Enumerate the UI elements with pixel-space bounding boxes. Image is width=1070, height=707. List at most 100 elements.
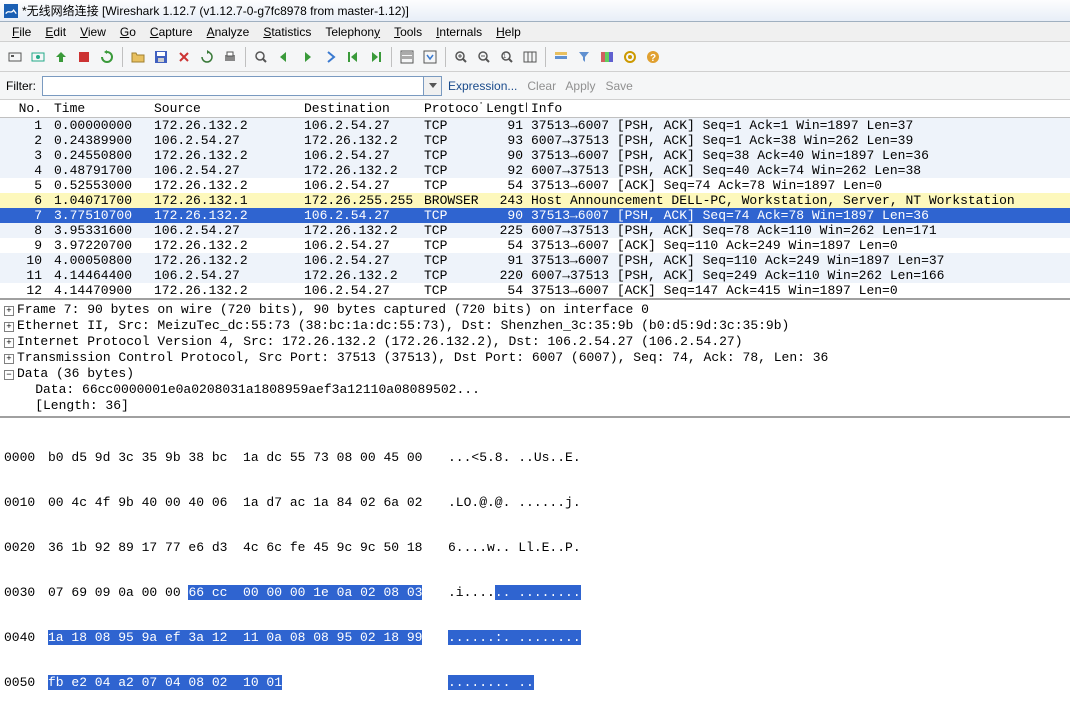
filter-input[interactable]: [42, 76, 424, 96]
capture-filters-icon[interactable]: [550, 46, 572, 68]
packet-list-pane: No. Time Source Destination Protocol Len…: [0, 100, 1070, 300]
col-destination[interactable]: Destination: [300, 101, 420, 116]
toolbar-separator: [445, 47, 446, 67]
start-capture-icon[interactable]: [50, 46, 72, 68]
collapse-icon[interactable]: −: [4, 370, 14, 380]
menu-help[interactable]: Help: [490, 23, 527, 41]
expression-button[interactable]: Expression...: [448, 79, 517, 93]
tree-ip[interactable]: +Internet Protocol Version 4, Src: 172.2…: [4, 334, 1066, 350]
packet-list-header[interactable]: No. Time Source Destination Protocol Len…: [0, 100, 1070, 118]
packet-list-body[interactable]: 10.00000000172.26.132.2106.2.54.27TCP913…: [0, 118, 1070, 298]
menu-go[interactable]: Go: [114, 23, 142, 41]
packet-row[interactable]: 93.97220700172.26.132.2106.2.54.27TCP543…: [0, 238, 1070, 253]
svg-text:?: ?: [650, 53, 656, 64]
go-last-icon[interactable]: [365, 46, 387, 68]
hex-row[interactable]: 00401a 18 08 95 9a ef 3a 12 11 0a 08 08 …: [4, 630, 1066, 645]
save-button[interactable]: Save: [605, 79, 632, 93]
hex-dump-pane[interactable]: 0000b0 d5 9d 3c 35 9b 38 bc 1a dc 55 73 …: [0, 418, 1070, 707]
menu-statistics[interactable]: Statistics: [257, 23, 317, 41]
menu-view[interactable]: View: [74, 23, 112, 41]
zoom-out-icon[interactable]: [473, 46, 495, 68]
tree-eth[interactable]: +Ethernet II, Src: MeizuTec_dc:55:73 (38…: [4, 318, 1066, 334]
packet-row[interactable]: 10.00000000172.26.132.2106.2.54.27TCP913…: [0, 118, 1070, 133]
window-title: *无线网络连接 [Wireshark 1.12.7 (v1.12.7-0-g7f…: [22, 2, 409, 19]
reload-icon[interactable]: [196, 46, 218, 68]
packet-row[interactable]: 50.52553000172.26.132.2106.2.54.27TCP543…: [0, 178, 1070, 193]
hex-row[interactable]: 002036 1b 92 89 17 77 e6 d3 4c 6c fe 45 …: [4, 540, 1066, 555]
packet-row[interactable]: 114.14464400106.2.54.27172.26.132.2TCP22…: [0, 268, 1070, 283]
expand-icon[interactable]: +: [4, 338, 14, 348]
menu-capture[interactable]: Capture: [144, 23, 199, 41]
packet-row[interactable]: 30.24550800172.26.132.2106.2.54.27TCP903…: [0, 148, 1070, 163]
col-info[interactable]: Info: [527, 101, 1070, 116]
go-to-packet-icon[interactable]: [319, 46, 341, 68]
menu-tools[interactable]: Tools: [388, 23, 428, 41]
toolbar-separator: [245, 47, 246, 67]
packet-row[interactable]: 124.14470900172.26.132.2106.2.54.27TCP54…: [0, 283, 1070, 298]
clear-button[interactable]: Clear: [527, 79, 556, 93]
tree-data-len[interactable]: [Length: 36]: [4, 398, 1066, 414]
filter-dropdown-icon[interactable]: [424, 76, 442, 96]
tree-data-hex[interactable]: Data: 66cc0000001e0a0208031a1808959aef3a…: [4, 382, 1066, 398]
resize-columns-icon[interactable]: [519, 46, 541, 68]
svg-text:1: 1: [503, 54, 507, 60]
expand-icon[interactable]: +: [4, 322, 14, 332]
preferences-icon[interactable]: [619, 46, 641, 68]
packet-details-pane[interactable]: +Frame 7: 90 bytes on wire (720 bits), 9…: [0, 300, 1070, 418]
restart-capture-icon[interactable]: [96, 46, 118, 68]
save-file-icon[interactable]: [150, 46, 172, 68]
autoscroll-icon[interactable]: [419, 46, 441, 68]
wireshark-logo-icon: [4, 4, 18, 18]
apply-button[interactable]: Apply: [565, 79, 595, 93]
help-icon[interactable]: ?: [642, 46, 664, 68]
hex-row[interactable]: 003007 69 09 0a 00 00 66 cc 00 00 00 1e …: [4, 585, 1066, 600]
zoom-in-icon[interactable]: [450, 46, 472, 68]
packet-row[interactable]: 104.00050800172.26.132.2106.2.54.27TCP91…: [0, 253, 1070, 268]
stop-capture-icon[interactable]: [73, 46, 95, 68]
col-time[interactable]: Time: [50, 101, 150, 116]
print-icon[interactable]: [219, 46, 241, 68]
filter-bar: Filter: Expression... Clear Apply Save: [0, 72, 1070, 100]
coloring-rules-icon[interactable]: [596, 46, 618, 68]
hex-row[interactable]: 0050fb e2 04 a2 07 04 08 02 10 01.......…: [4, 675, 1066, 690]
packet-row[interactable]: 73.77510700172.26.132.2106.2.54.27TCP903…: [0, 208, 1070, 223]
menu-edit[interactable]: Edit: [39, 23, 72, 41]
toolbar-separator: [122, 47, 123, 67]
open-file-icon[interactable]: [127, 46, 149, 68]
menu-file[interactable]: File: [6, 23, 37, 41]
packet-row[interactable]: 61.04071700172.26.132.1172.26.255.255BRO…: [0, 193, 1070, 208]
col-source[interactable]: Source: [150, 101, 300, 116]
expand-icon[interactable]: +: [4, 354, 14, 364]
packet-row[interactable]: 20.24389900106.2.54.27172.26.132.2TCP936…: [0, 133, 1070, 148]
filter-label: Filter:: [6, 79, 36, 93]
options-icon[interactable]: [27, 46, 49, 68]
tree-tcp[interactable]: +Transmission Control Protocol, Src Port…: [4, 350, 1066, 366]
expand-icon[interactable]: +: [4, 306, 14, 316]
menu-telephony[interactable]: Telephony: [319, 23, 386, 41]
title-bar: *无线网络连接 [Wireshark 1.12.7 (v1.12.7-0-g7f…: [0, 0, 1070, 22]
hex-row[interactable]: 0000b0 d5 9d 3c 35 9b 38 bc 1a dc 55 73 …: [4, 450, 1066, 465]
close-file-icon[interactable]: [173, 46, 195, 68]
packet-row[interactable]: 40.48791700106.2.54.27172.26.132.2TCP926…: [0, 163, 1070, 178]
display-filters-icon[interactable]: [573, 46, 595, 68]
tree-data[interactable]: −Data (36 bytes): [4, 366, 1066, 382]
menu-internals[interactable]: Internals: [430, 23, 488, 41]
tree-frame[interactable]: +Frame 7: 90 bytes on wire (720 bits), 9…: [4, 302, 1066, 318]
interfaces-icon[interactable]: [4, 46, 26, 68]
go-first-icon[interactable]: [342, 46, 364, 68]
colorize-icon[interactable]: [396, 46, 418, 68]
packet-row[interactable]: 83.95331600106.2.54.27172.26.132.2TCP225…: [0, 223, 1070, 238]
hex-row[interactable]: 001000 4c 4f 9b 40 00 40 06 1a d7 ac 1a …: [4, 495, 1066, 510]
toolbar-separator: [545, 47, 546, 67]
find-icon[interactable]: [250, 46, 272, 68]
zoom-100-icon[interactable]: 1: [496, 46, 518, 68]
menu-bar: File Edit View Go Capture Analyze Statis…: [0, 22, 1070, 42]
menu-analyze[interactable]: Analyze: [201, 23, 256, 41]
go-back-icon[interactable]: [273, 46, 295, 68]
toolbar: 1 ?: [0, 42, 1070, 72]
col-length[interactable]: Length: [482, 101, 527, 116]
go-forward-icon[interactable]: [296, 46, 318, 68]
toolbar-separator: [391, 47, 392, 67]
col-no[interactable]: No.: [0, 101, 50, 116]
col-protocol[interactable]: Protocol: [420, 101, 482, 116]
